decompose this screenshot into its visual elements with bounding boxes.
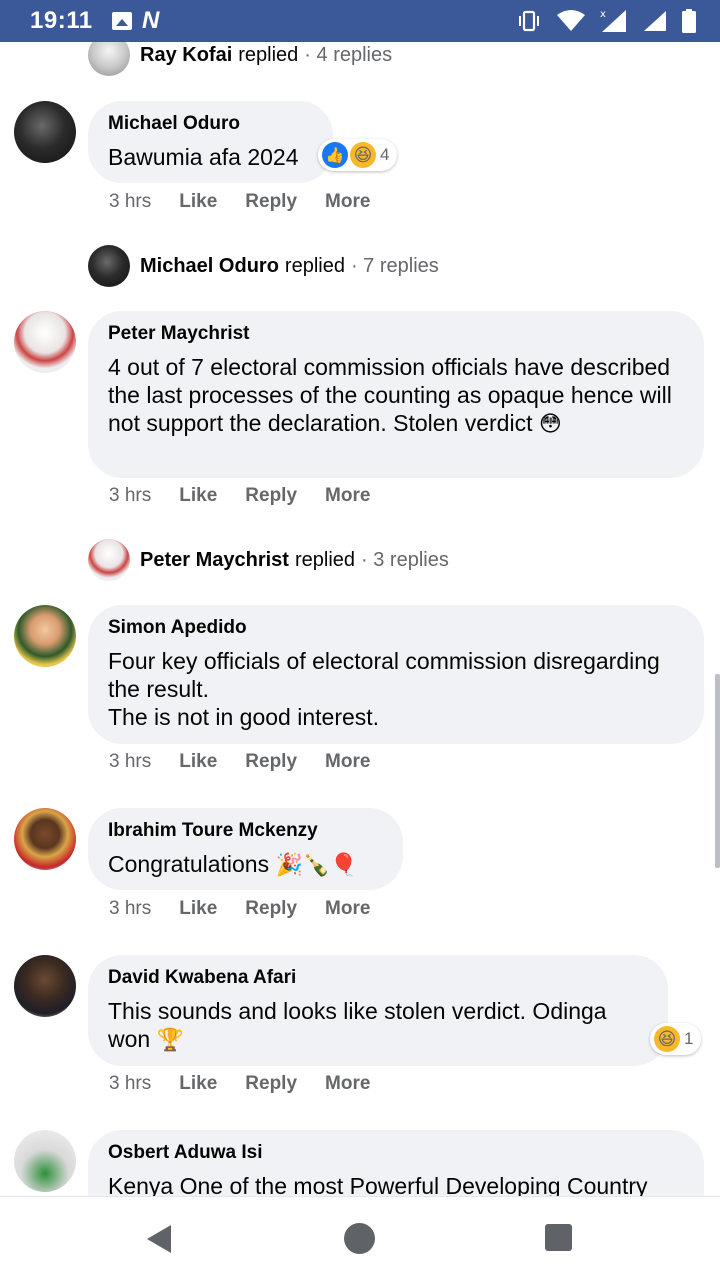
haha-icon: 😆 [350, 142, 376, 168]
reaction-count: 4 [380, 145, 390, 164]
reply-author-name: Peter Maychrist [140, 548, 289, 571]
more-button[interactable]: More [325, 191, 370, 213]
avatar[interactable] [14, 605, 76, 667]
comment-text-body: Congratulations [108, 851, 270, 877]
view-replies-link[interactable]: Ray Kofai replied · 4 replies [88, 42, 392, 76]
view-replies-link[interactable]: Peter Maychrist replied · 3 replies [88, 539, 449, 581]
reply-count: · 3 replies [361, 548, 449, 571]
like-button[interactable]: Like [179, 485, 217, 507]
comment-text: This sounds and looks like stolen verdic… [108, 997, 648, 1054]
reply-author-name: Ray Kofai [140, 43, 233, 66]
reaction-summary[interactable]: 👍 😆 4 [318, 139, 398, 171]
reply-author-name: Michael Oduro [140, 254, 279, 277]
comment-text: Congratulations 🎉🍾🎈 [108, 850, 383, 879]
comment-actions: 3 hrs Like Reply More [109, 751, 398, 773]
comment-bubble[interactable]: Simon Apedido Four key officials of elec… [88, 605, 704, 744]
like-button[interactable]: Like [179, 1073, 217, 1095]
reply-count: · 4 replies [304, 43, 393, 66]
status-bar: 19:11 N x [0, 0, 720, 42]
recent-apps-icon[interactable] [545, 1224, 572, 1251]
haha-icon: 😆 [654, 1026, 680, 1052]
comment-bubble[interactable]: Peter Maychrist 4 out of 7 electoral com… [88, 311, 704, 478]
avatar[interactable] [14, 808, 76, 870]
comment-actions: 3 hrs Like Reply More [109, 485, 398, 507]
avatar[interactable] [14, 101, 76, 163]
comment-actions: 3 hrs Like Reply More [109, 898, 398, 920]
svg-text:x: x [600, 9, 606, 20]
comment-bubble[interactable]: Ibrahim Toure Mckenzy Congratulations 🎉🍾… [88, 808, 403, 890]
like-icon: 👍 [322, 142, 348, 168]
comment-bubble[interactable]: Michael Oduro Bawumia afa 2024 [88, 101, 333, 183]
comment-text: Four key officials of electoral commissi… [108, 648, 660, 730]
reaction-summary[interactable]: 😆 1 [650, 1023, 702, 1055]
like-button[interactable]: Like [179, 751, 217, 773]
comment-timestamp: 3 hrs [109, 191, 152, 212]
signal-icon: x [600, 9, 626, 32]
n-app-icon: N [142, 7, 160, 34]
replied-label: replied [294, 548, 356, 571]
reply-count: · 7 replies [350, 254, 439, 277]
avatar[interactable] [88, 539, 130, 581]
reply-button[interactable]: Reply [245, 1073, 297, 1095]
view-replies-link[interactable]: Michael Oduro replied · 7 replies [88, 245, 439, 287]
avatar[interactable] [14, 1130, 76, 1192]
like-button[interactable]: Like [179, 191, 217, 213]
vibrate-icon [519, 10, 539, 32]
status-left-icons: N [112, 9, 159, 33]
reply-button[interactable]: Reply [245, 485, 297, 507]
replied-label: replied [238, 43, 299, 66]
reply-button[interactable]: Reply [245, 751, 297, 773]
more-button[interactable]: More [325, 485, 370, 507]
avatar[interactable] [88, 245, 130, 287]
reply-button[interactable]: Reply [245, 191, 297, 213]
like-button[interactable]: Like [179, 898, 217, 920]
home-icon[interactable] [344, 1223, 375, 1254]
comment-text: Bawumia afa 2024 [108, 144, 299, 170]
reaction-count: 1 [684, 1029, 694, 1048]
comment-text: Kenya One of the most Powerful Developin… [108, 1173, 648, 1196]
comments-feed[interactable]: Ray Kofai replied · 4 replies Michael Od… [0, 42, 720, 1196]
comment-timestamp: 3 hrs [109, 751, 152, 772]
comment-actions: 3 hrs Like Reply More [109, 191, 398, 213]
more-button[interactable]: More [325, 898, 370, 920]
status-time: 19:11 [30, 7, 93, 34]
replied-label: replied [284, 254, 345, 277]
trophy-emoji: 🏆 [156, 1027, 184, 1052]
comment-bubble[interactable]: Osbert Aduwa Isi Kenya One of the most P… [88, 1130, 704, 1196]
comment-timestamp: 3 hrs [109, 485, 152, 506]
more-button[interactable]: More [325, 1073, 370, 1095]
system-nav-bar [0, 1196, 720, 1281]
comment-author-name[interactable]: Peter Maychrist [108, 323, 684, 345]
comment-timestamp: 3 hrs [109, 1073, 152, 1094]
avatar[interactable] [14, 311, 76, 373]
comment-author-name[interactable]: Simon Apedido [108, 617, 684, 639]
signal-icon [644, 11, 666, 31]
back-icon[interactable] [147, 1225, 171, 1253]
comment-author-name[interactable]: Michael Oduro [108, 113, 313, 135]
comment-author-name[interactable]: Ibrahim Toure Mckenzy [108, 820, 383, 842]
comment-author-name[interactable]: Osbert Aduwa Isi [108, 1142, 684, 1164]
gallery-icon [112, 12, 132, 30]
flushed-face-emoji: 😳 [538, 411, 562, 436]
reply-button[interactable]: Reply [245, 898, 297, 920]
comment-timestamp: 3 hrs [109, 898, 152, 919]
status-right-icons: x [516, 8, 696, 34]
avatar[interactable] [14, 955, 76, 1017]
comment-actions: 3 hrs Like Reply More [109, 1073, 398, 1095]
scrollbar-thumb[interactable] [715, 674, 720, 868]
avatar[interactable] [88, 42, 130, 76]
celebration-emojis: 🎉🍾🎈 [275, 852, 358, 877]
battery-icon [682, 9, 696, 33]
comment-author-name[interactable]: David Kwabena Afari [108, 967, 648, 989]
comment-text-body: 4 out of 7 electoral commission official… [108, 354, 672, 436]
wifi-icon [557, 10, 585, 31]
comment-text: 4 out of 7 electoral commission official… [108, 353, 684, 438]
more-button[interactable]: More [325, 751, 370, 773]
comment-bubble[interactable]: David Kwabena Afari This sounds and look… [88, 955, 668, 1066]
